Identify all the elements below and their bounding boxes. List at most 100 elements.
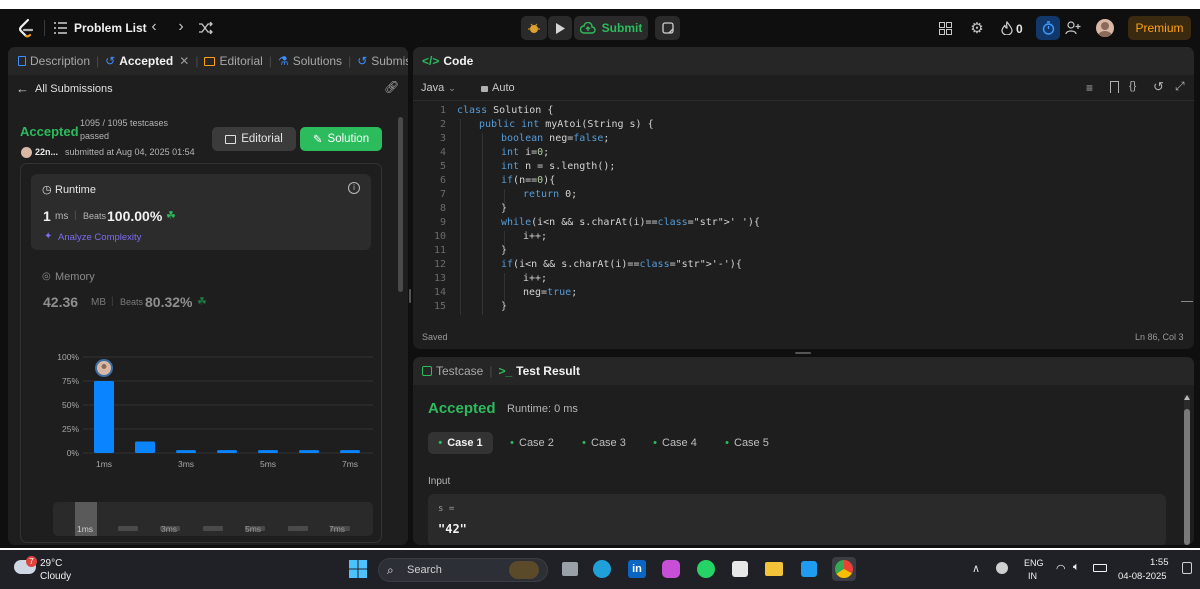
- chevron-up-icon[interactable]: ∧: [972, 562, 980, 575]
- avatar[interactable]: [1096, 19, 1114, 37]
- flame-icon[interactable]: [1000, 20, 1014, 36]
- code-line[interactable]: 8}: [413, 203, 507, 217]
- taskbar-search[interactable]: ⌕ Search: [378, 558, 548, 582]
- distribution-bar[interactable]: [299, 450, 319, 453]
- clock-date[interactable]: 04-08-2025: [1118, 571, 1167, 582]
- info-icon[interactable]: i: [348, 182, 360, 194]
- expand-icon[interactable]: ⤢: [1175, 79, 1185, 94]
- code-editor[interactable]: 1 class Solution {2 public int myAtoi(Stri…: [413, 105, 1183, 319]
- list-icon[interactable]: [53, 21, 67, 35]
- wifi-icon[interactable]: ◠: [1056, 562, 1066, 575]
- code-line[interactable]: 15}: [413, 301, 507, 315]
- timer-button[interactable]: [1036, 16, 1060, 40]
- editorial-button[interactable]: Editorial: [212, 127, 296, 151]
- notification-icon[interactable]: [1182, 562, 1192, 574]
- language-select[interactable]: Java ⌄: [421, 82, 456, 94]
- leetcode-logo-icon[interactable]: [16, 18, 36, 38]
- code-line[interactable]: 11}: [413, 245, 507, 259]
- distribution-bar[interactable]: [94, 381, 114, 453]
- problem-list-link[interactable]: Problem List: [74, 21, 147, 35]
- case-tab-4[interactable]: • Case 4: [646, 432, 704, 454]
- tab-testcase[interactable]: Testcase: [422, 364, 488, 378]
- left-scrollbar[interactable]: [398, 117, 403, 292]
- distribution-bar[interactable]: [135, 441, 155, 453]
- case-tab-1[interactable]: • Case 1: [428, 432, 493, 454]
- edge-icon[interactable]: [590, 557, 614, 581]
- defender-icon[interactable]: [996, 562, 1008, 574]
- code-scrollbar[interactable]: [1181, 301, 1193, 302]
- input-box[interactable]: s = "42": [428, 494, 1166, 545]
- code-line[interactable]: 7 return 0;: [413, 189, 577, 203]
- tab-solutions[interactable]: ⚗ Solutions: [273, 54, 347, 68]
- code-line[interactable]: 12 if(i<n && s.charAt(i)==class="str">'-'…: [413, 259, 742, 273]
- code-line[interactable]: 2 public int myAtoi(String s) {: [413, 119, 654, 133]
- runtime-card[interactable]: ◷ Runtime i 1 ms | Beats 100.00% ☘ ✦ Ana…: [31, 174, 371, 250]
- scroll-thumb[interactable]: [1184, 409, 1190, 545]
- username[interactable]: 22n...: [35, 147, 58, 157]
- all-submissions-link[interactable]: ← All Submissions: [16, 81, 113, 96]
- code-line[interactable]: 13 i++;: [413, 273, 547, 287]
- shuffle-icon[interactable]: [198, 20, 214, 36]
- chevron-right-icon[interactable]: ›: [174, 18, 188, 35]
- code-line[interactable]: 14 neg=true;: [413, 287, 577, 301]
- tab-editorial[interactable]: Editorial: [199, 54, 267, 68]
- tab-test-result[interactable]: >_ Test Result: [493, 364, 584, 378]
- layout-grid-icon[interactable]: [938, 21, 952, 35]
- submit-button[interactable]: Submit: [574, 16, 648, 40]
- linkedin-icon[interactable]: in: [625, 557, 649, 581]
- code-line[interactable]: 1 class Solution {: [413, 105, 553, 119]
- code-line[interactable]: 3 boolean neg=false;: [413, 133, 609, 147]
- start-button[interactable]: [346, 557, 370, 581]
- distribution-bar[interactable]: [176, 450, 196, 453]
- tab-description[interactable]: Description: [8, 54, 95, 68]
- code-line[interactable]: 9 while(i<n && s.charAt(i)==class="str">'…: [413, 217, 760, 231]
- task-view-icon[interactable]: [558, 557, 582, 581]
- distribution-bar[interactable]: [217, 450, 237, 453]
- case-tab-5[interactable]: • Case 5: [718, 432, 776, 454]
- code-line[interactable]: 6 if(n==0){: [413, 175, 555, 189]
- file-explorer-icon[interactable]: [762, 557, 786, 581]
- chart-overview-scroller[interactable]: 1ms 3ms 5ms 7ms: [53, 502, 373, 536]
- tab-submissions[interactable]: ↺ Submissi: [352, 54, 408, 68]
- code-line[interactable]: 10 i++;: [413, 231, 547, 245]
- horizontal-splitter[interactable]: [795, 352, 811, 354]
- whatsapp-icon[interactable]: [694, 557, 718, 581]
- volume-icon[interactable]: 🔈︎: [1073, 561, 1080, 574]
- runtime-distribution-chart[interactable]: 100% 75% 50% 25% 0% 1ms 3ms 5ms 7ms: [21, 339, 383, 489]
- braces-icon[interactable]: {}: [1129, 80, 1136, 92]
- vscode-icon[interactable]: [797, 557, 821, 581]
- memory-card[interactable]: ◎ Memory 42.36 MB | Beats 80.32% ☘: [31, 260, 371, 330]
- chrome-icon[interactable]: [832, 557, 856, 581]
- gear-icon[interactable]: ⚙: [969, 20, 985, 37]
- distribution-bar[interactable]: [258, 450, 278, 453]
- reset-icon[interactable]: ↺: [1153, 79, 1164, 95]
- scroll-up-arrow[interactable]: [1184, 395, 1190, 400]
- weather-widget[interactable]: 7 29°C Cloudy: [12, 556, 102, 584]
- solution-button[interactable]: ✎ Solution: [300, 127, 382, 151]
- format-icon[interactable]: ≡: [1086, 81, 1093, 95]
- add-user-icon[interactable]: [1065, 20, 1081, 36]
- bookmark-icon[interactable]: [1110, 81, 1119, 93]
- run-button[interactable]: [548, 16, 572, 40]
- language-indicator[interactable]: ENG: [1024, 558, 1044, 568]
- case-tab-2[interactable]: • Case 2: [503, 432, 561, 454]
- code-line[interactable]: 4 int i=0;: [413, 147, 549, 161]
- clock-time[interactable]: 1:55: [1150, 557, 1169, 568]
- premium-button[interactable]: Premium: [1128, 16, 1191, 40]
- distribution-bar[interactable]: [340, 450, 360, 453]
- vertical-splitter[interactable]: [409, 289, 411, 303]
- auto-toggle[interactable]: Auto: [481, 82, 515, 94]
- tab-accepted[interactable]: ↺ Accepted ✕: [100, 54, 194, 68]
- analyze-complexity-link[interactable]: Analyze Complexity: [58, 232, 141, 243]
- debug-button[interactable]: [521, 16, 547, 40]
- test-scrollbar[interactable]: [1184, 395, 1190, 545]
- code-line[interactable]: 5 int n = s.length();: [413, 161, 615, 175]
- battery-icon[interactable]: [1093, 564, 1107, 572]
- chevron-left-icon[interactable]: ‹: [147, 18, 161, 35]
- store-icon[interactable]: [728, 557, 752, 581]
- notes-button[interactable]: [655, 16, 680, 40]
- link-icon[interactable]: 🔗︎: [384, 80, 399, 94]
- copilot-icon[interactable]: [659, 557, 683, 581]
- case-tab-3[interactable]: • Case 3: [575, 432, 633, 454]
- close-icon[interactable]: ✕: [179, 54, 189, 68]
